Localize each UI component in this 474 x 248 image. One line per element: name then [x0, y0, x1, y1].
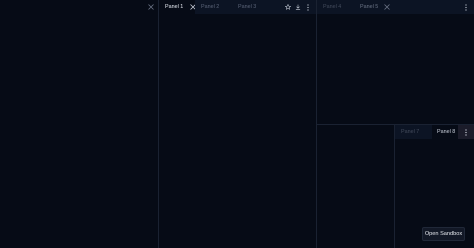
panel-group-3-tabbar: Panel 4 Panel 5: [317, 0, 474, 14]
tab-panel-8[interactable]: Panel 8: [432, 125, 458, 139]
tab-panel-5[interactable]: Panel 5: [354, 0, 391, 14]
panel-group-2-tabbar: Panel 1 Panel 2 Panel 3: [159, 0, 316, 14]
group-2-actions: [269, 0, 316, 14]
tab-label: Panel 7: [401, 129, 420, 135]
tab-panel-1[interactable]: Panel 1: [159, 0, 197, 14]
tab-panel-7[interactable]: Panel 7: [395, 125, 432, 139]
more-vertical-icon[interactable]: [303, 0, 313, 14]
tab-label: Panel 8: [437, 129, 456, 135]
tab-close-icon[interactable]: [384, 4, 391, 10]
group-3-actions: [391, 0, 474, 14]
star-icon[interactable]: [283, 0, 293, 14]
tab-label: Panel 1: [165, 4, 184, 10]
tab-label: Panel 2: [201, 4, 220, 10]
tab-label: Panel 3: [238, 4, 257, 10]
download-icon[interactable]: [293, 0, 303, 14]
more-vertical-icon[interactable]: [461, 125, 471, 139]
panel-group-empty: [317, 125, 394, 248]
panel-group-4-tabbar: Panel 7 Panel 8: [395, 125, 474, 139]
tab-panel-4[interactable]: Panel 4: [317, 0, 354, 14]
tab-label: Panel 4: [323, 4, 342, 10]
panel-group-1: [0, 0, 158, 248]
tab-panel-2[interactable]: Panel 2: [195, 0, 232, 14]
panel-group-1-tabbar: [0, 0, 158, 14]
dockview-workspace: Panel 1 Panel 2 Panel 3 Panel 4 Panel 5 …: [0, 0, 474, 248]
more-vertical-icon[interactable]: [461, 0, 471, 14]
open-sandbox-button[interactable]: Open Sandbox: [422, 227, 465, 241]
group-1-close-icon[interactable]: [146, 0, 156, 14]
panel-group-3: Panel 4 Panel 5: [317, 0, 474, 124]
tab-panel-3[interactable]: Panel 3: [232, 0, 269, 14]
tab-label: Panel 5: [360, 4, 379, 10]
panel-group-2: Panel 1 Panel 2 Panel 3: [159, 0, 316, 248]
group-4-actions: [458, 125, 474, 139]
